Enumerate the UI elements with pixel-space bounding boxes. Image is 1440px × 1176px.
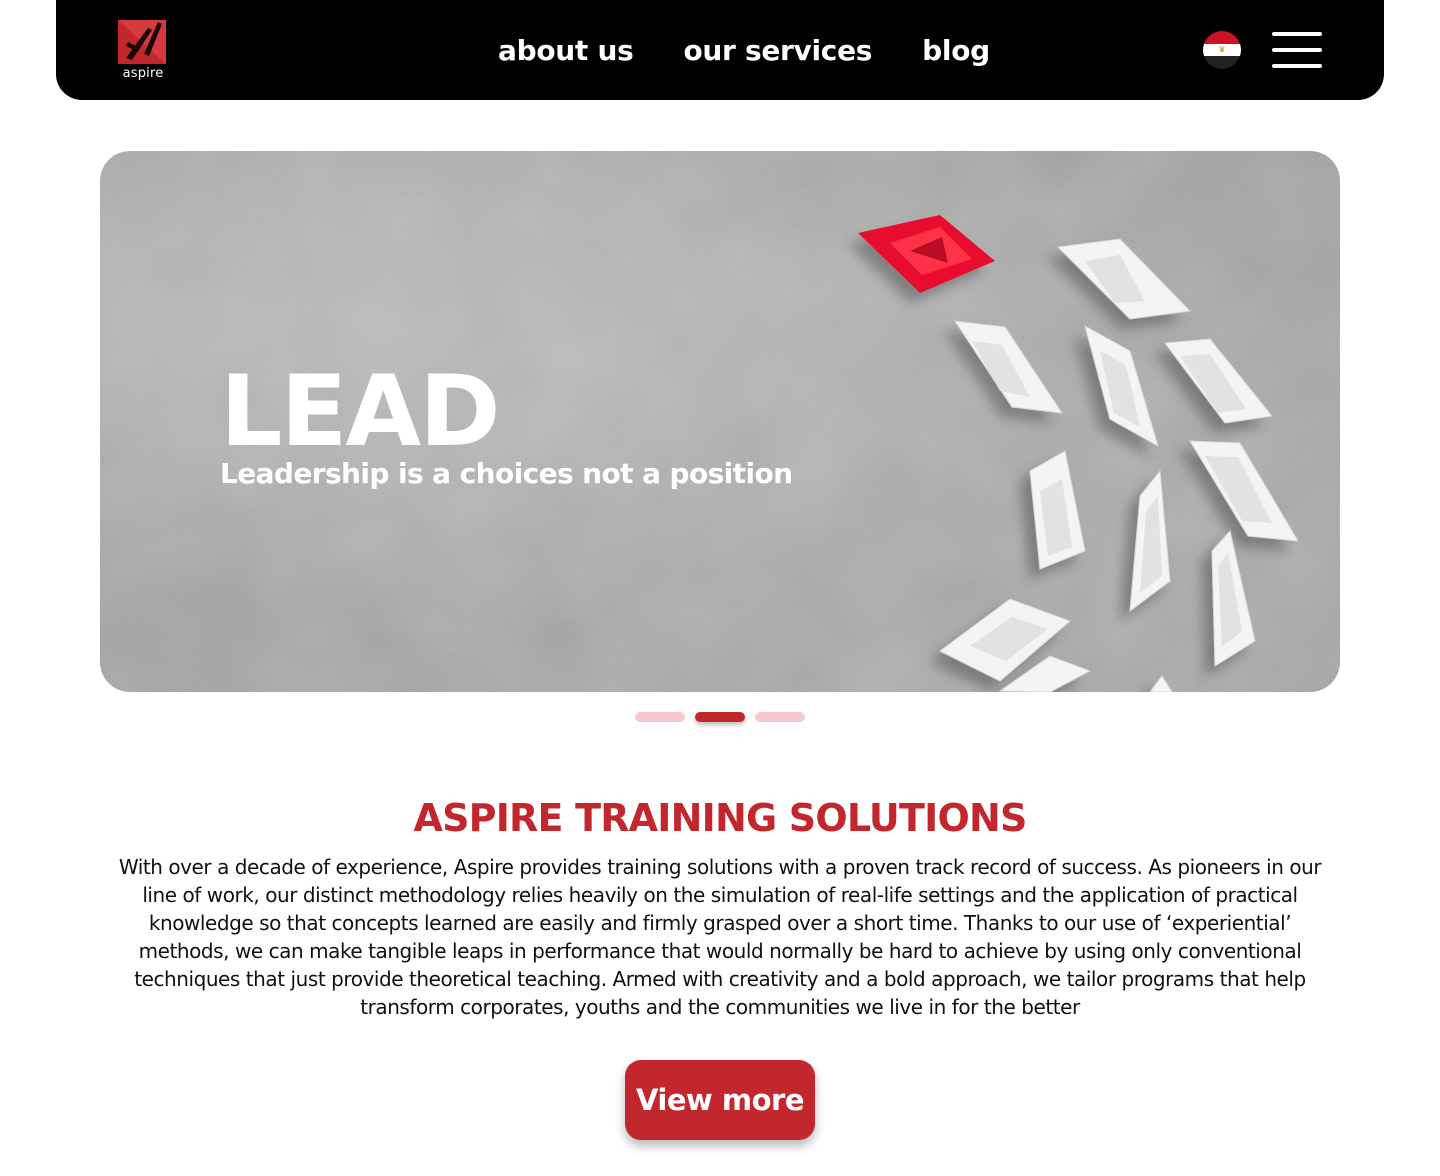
- aspire-logo-mark-icon: [118, 20, 166, 64]
- logo-wordmark: aspire: [122, 66, 164, 81]
- hero-title: LEAD: [220, 355, 501, 469]
- site-header: aspire about us our services blog ♛: [56, 0, 1384, 100]
- section-title: ASPIRE TRAINING SOLUTIONS: [413, 796, 1027, 840]
- hamburger-menu-icon[interactable]: [1272, 32, 1322, 68]
- boat-folds: [970, 255, 1272, 661]
- slider-pagination: [635, 712, 805, 722]
- white-paper-boats: [939, 238, 1299, 692]
- hero-subtitle: Leadership is a choices not a position: [220, 457, 793, 490]
- hero-slide: LEAD Leadership is a choices not a posit…: [100, 151, 1340, 692]
- slider-dot-2-active[interactable]: [695, 712, 745, 722]
- nav-link-our-services[interactable]: our services: [683, 34, 872, 67]
- main-nav: about us our services blog: [498, 0, 990, 100]
- section-description: With over a decade of experience, Aspire…: [118, 855, 1322, 1019]
- hamburger-line: [1272, 48, 1322, 52]
- slider-dot-3[interactable]: [755, 712, 805, 722]
- slider-dot-1[interactable]: [635, 712, 685, 722]
- red-paper-boat: [858, 215, 995, 293]
- aspire-logo[interactable]: aspire: [118, 18, 168, 82]
- hamburger-line: [1272, 64, 1322, 68]
- nav-link-about-us[interactable]: about us: [498, 34, 634, 67]
- egypt-flag-icon[interactable]: ♛: [1203, 31, 1241, 69]
- view-more-button[interactable]: View more: [625, 1060, 815, 1140]
- nav-link-blog[interactable]: blog: [922, 34, 990, 67]
- hamburger-line: [1272, 32, 1322, 36]
